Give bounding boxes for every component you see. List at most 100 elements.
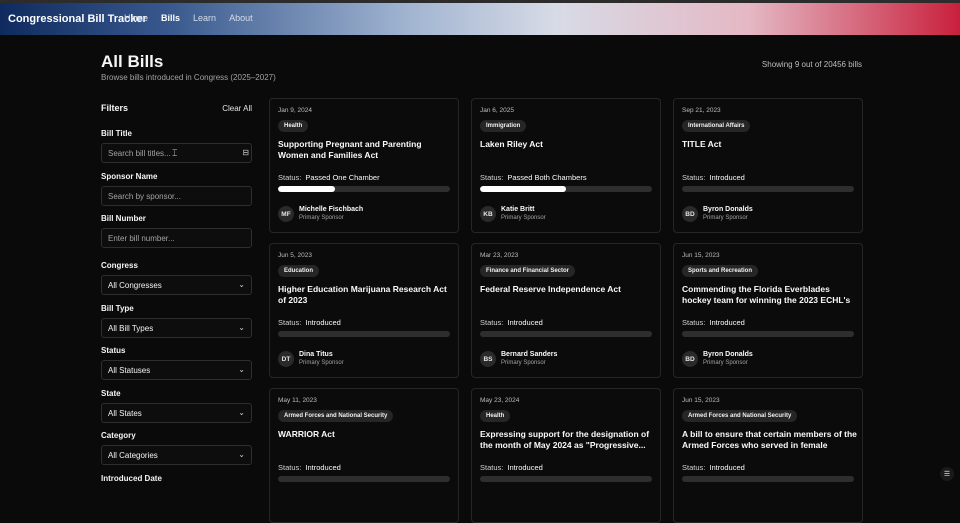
top-nav-bar: Congressional Bill Tracker Home Bills Le…: [0, 0, 960, 35]
sponsor-avatar: KB: [480, 206, 496, 222]
sponsor-avatar: DT: [278, 351, 294, 367]
status-select[interactable]: All Statuses ⌄: [101, 360, 252, 380]
clear-all-button[interactable]: Clear All: [222, 104, 252, 113]
bill-card[interactable]: Jun 5, 2023 Education Higher Education Mar…: [269, 243, 459, 378]
introduced-date-label: Introduced Date: [101, 474, 162, 483]
settings-toggle-icon[interactable]: ☰: [940, 467, 954, 481]
sponsor-name-placeholder: Search by sponsor...: [108, 192, 181, 201]
sponsor-name[interactable]: Bernard Sanders: [501, 351, 557, 358]
category-badge: Armed Forces and National Security: [278, 410, 394, 422]
bill-title[interactable]: Federal Reserve Independence Act: [480, 284, 656, 295]
category-value: All Categories: [108, 451, 158, 460]
status-label: Status:: [480, 173, 504, 182]
nav-bills[interactable]: Bills: [161, 13, 180, 23]
status-label: Status: [101, 346, 126, 355]
bill-status: Status: Introduced: [480, 463, 543, 472]
sponsor-name[interactable]: Michelle Fischbach: [299, 206, 363, 213]
bill-title[interactable]: Laken Riley Act: [480, 139, 656, 150]
status-label: Status:: [480, 463, 504, 472]
results-count: Showing 9 out of 20456 bills: [761, 60, 862, 69]
bill-card[interactable]: Jan 6, 2025 Immigration Laken Riley Act Sta…: [471, 98, 661, 233]
bill-date: Mar 23, 2023: [480, 252, 519, 259]
sponsor-name[interactable]: Dina Titus: [299, 351, 333, 358]
text-cursor-icon: ⌶: [172, 148, 178, 158]
progress-bar: [480, 331, 652, 337]
sponsor-role: Primary Sponsor: [703, 215, 748, 221]
bill-title-label: Bill Title: [101, 129, 132, 138]
progress-fill: [278, 186, 335, 192]
bill-title[interactable]: WARRIOR Act: [278, 429, 454, 440]
bill-card[interactable]: May 11, 2023 Armed Forces and National Se…: [269, 388, 459, 523]
category-badge: Health: [480, 410, 511, 422]
bill-title[interactable]: Higher Education Marijuana Research Act …: [278, 284, 454, 306]
category-badge: International Affairs: [682, 120, 751, 132]
status-label: Status:: [682, 318, 706, 327]
status-value: Introduced: [709, 173, 745, 182]
nav-about[interactable]: About: [229, 13, 253, 23]
bill-card[interactable]: Jun 15, 2023 Sports and Recreation Commend…: [673, 243, 863, 378]
category-badge: Health: [278, 120, 309, 132]
progress-bar: [682, 186, 854, 192]
bill-title[interactable]: A bill to ensure that certain members of…: [682, 429, 858, 451]
bill-type-select[interactable]: All Bill Types ⌄: [101, 318, 252, 338]
sponsor-role: Primary Sponsor: [501, 215, 546, 221]
status-label: Status:: [480, 318, 504, 327]
progress-bar: [278, 186, 450, 192]
bill-status: Status: Introduced: [278, 463, 341, 472]
bill-title-input[interactable]: Search bill titles... ⌶ ⊟: [101, 143, 252, 163]
bill-card[interactable]: Sep 21, 2023 International Affairs TITLE A…: [673, 98, 863, 233]
bill-status: Status: Passed One Chamber: [278, 173, 380, 182]
sponsor-role: Primary Sponsor: [703, 360, 748, 366]
nav-home[interactable]: Home: [124, 13, 148, 23]
chevron-down-icon: ⌄: [238, 365, 245, 374]
congress-value: All Congresses: [108, 281, 162, 290]
bill-date: Sep 21, 2023: [682, 107, 721, 114]
bill-title[interactable]: Expressing support for the designation o…: [480, 429, 656, 451]
nav-learn[interactable]: Learn: [193, 13, 216, 23]
state-select[interactable]: All States ⌄: [101, 403, 252, 423]
status-value: Passed Both Chambers: [507, 173, 587, 182]
bill-card[interactable]: Jan 9, 2024 Health Supporting Pregnant and…: [269, 98, 459, 233]
bill-date: Jan 9, 2024: [278, 107, 312, 114]
category-badge: Immigration: [480, 120, 527, 132]
bill-title[interactable]: Commending the Florida Everblades hockey…: [682, 284, 858, 306]
progress-bar: [682, 476, 854, 482]
bill-date: Jun 15, 2023: [682, 397, 720, 404]
bill-status: Status: Introduced: [682, 173, 745, 182]
status-value: Passed One Chamber: [305, 173, 380, 182]
input-action-icon[interactable]: ⊟: [242, 148, 249, 157]
chevron-down-icon: ⌄: [238, 280, 245, 289]
status-value: Introduced: [305, 318, 341, 327]
category-select[interactable]: All Categories ⌄: [101, 445, 252, 465]
status-value: All Statuses: [108, 366, 151, 375]
sponsor-role: Primary Sponsor: [299, 360, 344, 366]
status-label: Status:: [682, 173, 706, 182]
bill-status: Status: Introduced: [682, 318, 745, 327]
sponsor-name-input[interactable]: Search by sponsor...: [101, 186, 252, 206]
bill-card[interactable]: Jun 15, 2023 Armed Forces and National Se…: [673, 388, 863, 523]
sponsor-name[interactable]: Byron Donalds: [703, 206, 753, 213]
bill-number-input[interactable]: Enter bill number...: [101, 228, 252, 248]
category-label: Category: [101, 431, 136, 440]
status-value: Introduced: [507, 463, 543, 472]
status-value: Introduced: [709, 318, 745, 327]
bill-number-placeholder: Enter bill number...: [108, 234, 175, 243]
bill-title[interactable]: Supporting Pregnant and Parenting Women …: [278, 139, 454, 161]
page-subtitle: Browse bills introduced in Congress (202…: [101, 73, 276, 82]
bill-type-label: Bill Type: [101, 304, 134, 313]
sponsor-avatar: MF: [278, 206, 294, 222]
status-label: Status:: [278, 463, 302, 472]
chevron-down-icon: ⌄: [238, 323, 245, 332]
progress-bar: [278, 331, 450, 337]
bill-card[interactable]: Mar 23, 2023 Finance and Financial Sector…: [471, 243, 661, 378]
sponsor-name[interactable]: Byron Donalds: [703, 351, 753, 358]
congress-select[interactable]: All Congresses ⌄: [101, 275, 252, 295]
sponsor-role: Primary Sponsor: [501, 360, 546, 366]
bill-card[interactable]: May 23, 2024 Health Expressing support for…: [471, 388, 661, 523]
bill-status: Status: Passed Both Chambers: [480, 173, 587, 182]
chevron-down-icon: ⌄: [238, 408, 245, 417]
sponsor-name[interactable]: Katie Britt: [501, 206, 534, 213]
category-badge: Education: [278, 265, 320, 277]
bill-title[interactable]: TITLE Act: [682, 139, 858, 150]
main-nav: Home Bills Learn About: [124, 13, 253, 23]
